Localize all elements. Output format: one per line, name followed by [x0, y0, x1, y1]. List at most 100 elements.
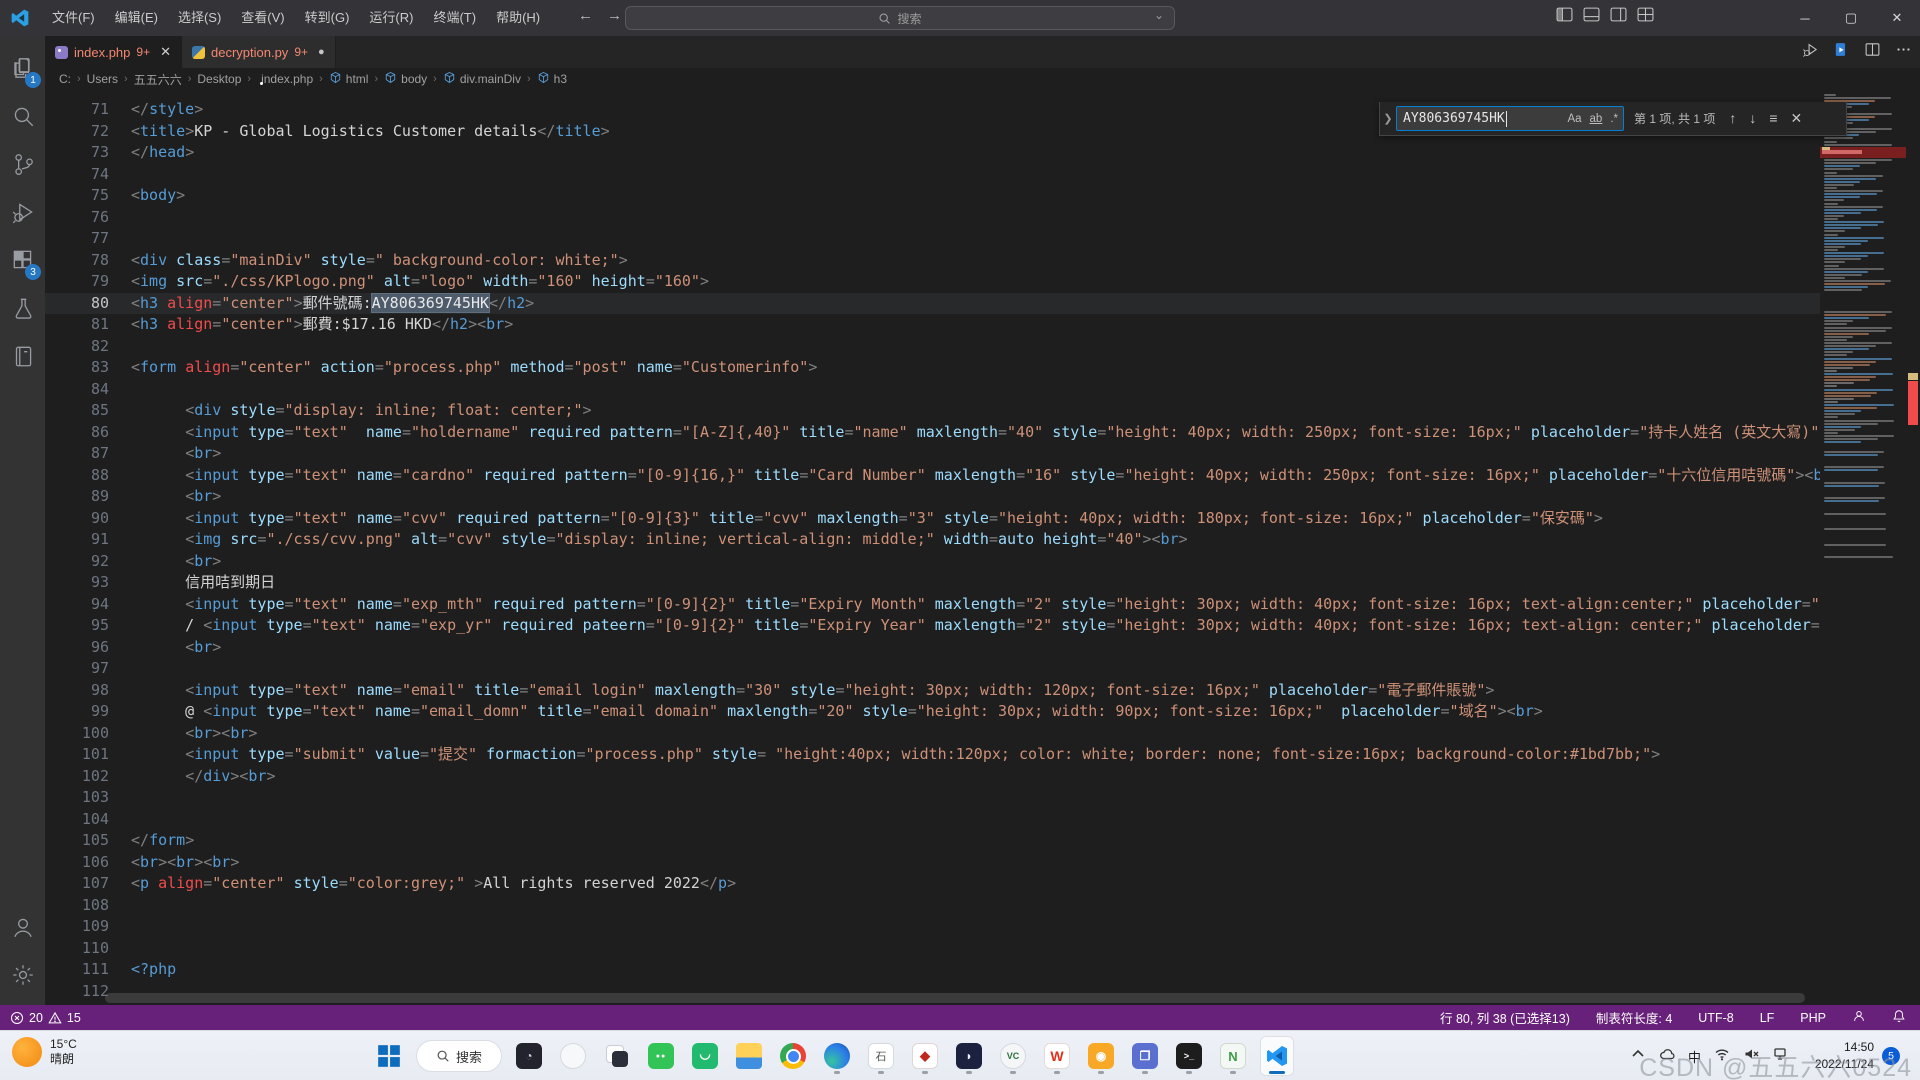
code-line-106[interactable]: 106<br><br><br>	[45, 852, 1820, 874]
toggle-panel-icon[interactable]	[1583, 6, 1600, 23]
taskbar-vc-app-icon[interactable]	[996, 1036, 1030, 1076]
code-line-100[interactable]: 100 <br><br>	[45, 723, 1820, 745]
activitybar-notebook-icon[interactable]	[0, 332, 45, 380]
code-line-104[interactable]: 104	[45, 809, 1820, 831]
tab-close-icon[interactable]: ✕	[160, 44, 171, 60]
activitybar-settings-gear-icon[interactable]	[0, 951, 45, 999]
code-line-108[interactable]: 108	[45, 895, 1820, 917]
code-line-76[interactable]: 76	[45, 207, 1820, 229]
code-line-109[interactable]: 109	[45, 916, 1820, 938]
menu-item-0[interactable]: 文件(F)	[42, 5, 105, 31]
split-editor-icon[interactable]	[1864, 41, 1881, 63]
command-center-search[interactable]: 搜索 ⌄	[625, 6, 1175, 30]
taskbar-navicat-icon[interactable]	[1216, 1036, 1250, 1076]
code-line-96[interactable]: 96 <br>	[45, 637, 1820, 659]
code-line-82[interactable]: 82	[45, 336, 1820, 358]
code-editor[interactable]: 71</style>72<title>KP - Global Logistics…	[45, 90, 1920, 1005]
breadcrumb-item-html[interactable]: html	[329, 71, 369, 87]
menu-item-2[interactable]: 选择(S)	[168, 5, 231, 31]
match-case-toggle[interactable]: Aa	[1567, 113, 1581, 125]
taskbar-task-view-icon[interactable]	[600, 1036, 634, 1076]
code-line-85[interactable]: 85 <div style="display: inline; float: c…	[45, 400, 1820, 422]
taskbar-snip-app-icon[interactable]	[556, 1036, 590, 1076]
breadcrumb-item-Users[interactable]: Users	[87, 72, 118, 86]
activitybar-search-icon[interactable]	[0, 92, 45, 140]
taskbar-wps-icon[interactable]	[1040, 1036, 1074, 1076]
ethernet-icon[interactable]	[1772, 1046, 1788, 1067]
onedrive-cloud-icon[interactable]	[1659, 1046, 1675, 1067]
windows-start-button[interactable]	[372, 1036, 406, 1076]
taskbar-file-explorer-icon[interactable]	[732, 1036, 766, 1076]
notification-count-badge[interactable]: 5	[1882, 1047, 1900, 1065]
overview-ruler-scrollbar[interactable]	[1906, 90, 1920, 1005]
code-line-77[interactable]: 77	[45, 228, 1820, 250]
run-php-file-icon[interactable]	[1833, 41, 1850, 63]
breadcrumb-item-Desktop[interactable]: Desktop	[197, 72, 241, 86]
code-line-84[interactable]: 84	[45, 379, 1820, 401]
maximize-button[interactable]: ▢	[1828, 0, 1874, 36]
taskbar-orange-app-icon[interactable]	[1084, 1036, 1118, 1076]
wifi-icon[interactable]	[1714, 1046, 1730, 1067]
taskbar-clock[interactable]: 14:50 2022/11/24	[1815, 1039, 1874, 1073]
code-line-90[interactable]: 90 <input type="text" name="cvv" require…	[45, 508, 1820, 530]
minimap[interactable]	[1820, 90, 1906, 1005]
taskbar-app-store-icon[interactable]	[688, 1036, 722, 1076]
menu-item-6[interactable]: 终端(T)	[423, 5, 486, 31]
breadcrumb-item-div.mainDiv[interactable]: div.mainDiv	[443, 71, 521, 87]
activitybar-run-debug-icon[interactable]	[0, 188, 45, 236]
status-item-1[interactable]: 制表符长度: 4	[1596, 1008, 1672, 1027]
volume-muted-icon[interactable]	[1743, 1046, 1759, 1067]
chevron-down-icon[interactable]: ⌄	[1154, 8, 1164, 22]
code-line-78[interactable]: 78<div class="mainDiv" style=" backgroun…	[45, 250, 1820, 272]
toggle-sidebar-icon[interactable]	[1556, 6, 1573, 23]
close-find-icon[interactable]: ✕	[1791, 110, 1803, 127]
code-line-103[interactable]: 103	[45, 787, 1820, 809]
code-line-91[interactable]: 91 <img src="./css/cvv.png" alt="cvv" st…	[45, 529, 1820, 551]
menu-item-3[interactable]: 查看(V)	[231, 5, 294, 31]
code-content[interactable]: 71</style>72<title>KP - Global Logistics…	[45, 90, 1820, 1005]
code-line-94[interactable]: 94 <input type="text" name="exp_mth" req…	[45, 594, 1820, 616]
menu-item-5[interactable]: 运行(R)	[359, 5, 423, 31]
notifications-bell-icon[interactable]	[1892, 1009, 1906, 1026]
code-line-73[interactable]: 73</head>	[45, 142, 1820, 164]
breadcrumb-item-index.php[interactable]: index.php	[257, 72, 313, 86]
status-item-2[interactable]: UTF-8	[1698, 1011, 1733, 1025]
taskbar-dark-app-icon[interactable]	[512, 1036, 546, 1076]
menu-item-4[interactable]: 转到(G)	[295, 5, 360, 31]
breadcrumb-item-五五六六[interactable]: 五五六六	[134, 71, 182, 88]
code-line-93[interactable]: 93 信用咭到期日	[45, 572, 1820, 594]
code-line-110[interactable]: 110	[45, 938, 1820, 960]
find-in-selection-icon[interactable]: ≡	[1769, 110, 1777, 127]
code-line-80[interactable]: 80<h3 align="center">郵件號碼:AY806369745HK<…	[45, 293, 1820, 315]
code-line-79[interactable]: 79<img src="./css/KPlogo.png" alt="logo"…	[45, 271, 1820, 293]
taskbar-chrome-icon[interactable]	[776, 1036, 810, 1076]
activitybar-explorer-icon[interactable]: 1	[0, 44, 45, 92]
code-line-86[interactable]: 86 <input type="text" name="holdername" …	[45, 422, 1820, 444]
code-line-101[interactable]: 101 <input type="submit" value="提交" form…	[45, 744, 1820, 766]
horizontal-scrollbar[interactable]	[105, 993, 1805, 1003]
breadcrumb-item-h3[interactable]: h3	[537, 71, 567, 87]
regex-toggle[interactable]: .*	[1610, 113, 1618, 125]
forward-arrow-icon[interactable]: →	[607, 7, 622, 24]
tab-decryption.py[interactable]: decryption.py9+●	[182, 36, 336, 68]
taskbar-navy-app-icon[interactable]	[952, 1036, 986, 1076]
whole-word-toggle[interactable]: ab	[1590, 113, 1603, 125]
breadcrumb-item-body[interactable]: body	[384, 71, 427, 87]
close-button[interactable]: ✕	[1874, 0, 1920, 36]
code-line-107[interactable]: 107<p align="center" style="color:grey;"…	[45, 873, 1820, 895]
taskbar-vscode-icon[interactable]	[1260, 1036, 1294, 1076]
code-line-92[interactable]: 92 <br>	[45, 551, 1820, 573]
toggle-secondary-sidebar-icon[interactable]	[1610, 6, 1627, 23]
code-line-98[interactable]: 98 <input type="text" name="email" title…	[45, 680, 1820, 702]
run-or-debug-icon[interactable]	[1802, 41, 1819, 63]
ime-language-indicator[interactable]: 中	[1688, 1047, 1701, 1066]
taskbar-red-app-icon[interactable]	[908, 1036, 942, 1076]
breadcrumb-item-C:[interactable]: C:	[59, 72, 71, 86]
code-line-83[interactable]: 83<form align="center" action="process.p…	[45, 357, 1820, 379]
taskbar-terminal-icon[interactable]	[1172, 1036, 1206, 1076]
code-line-97[interactable]: 97	[45, 658, 1820, 680]
back-arrow-icon[interactable]: ←	[578, 7, 593, 24]
code-line-99[interactable]: 99 @ <input type="text" name="email_domn…	[45, 701, 1820, 723]
code-line-102[interactable]: 102 </div><br>	[45, 766, 1820, 788]
toggle-replace-chevron-icon[interactable]: ❯	[1380, 102, 1396, 135]
